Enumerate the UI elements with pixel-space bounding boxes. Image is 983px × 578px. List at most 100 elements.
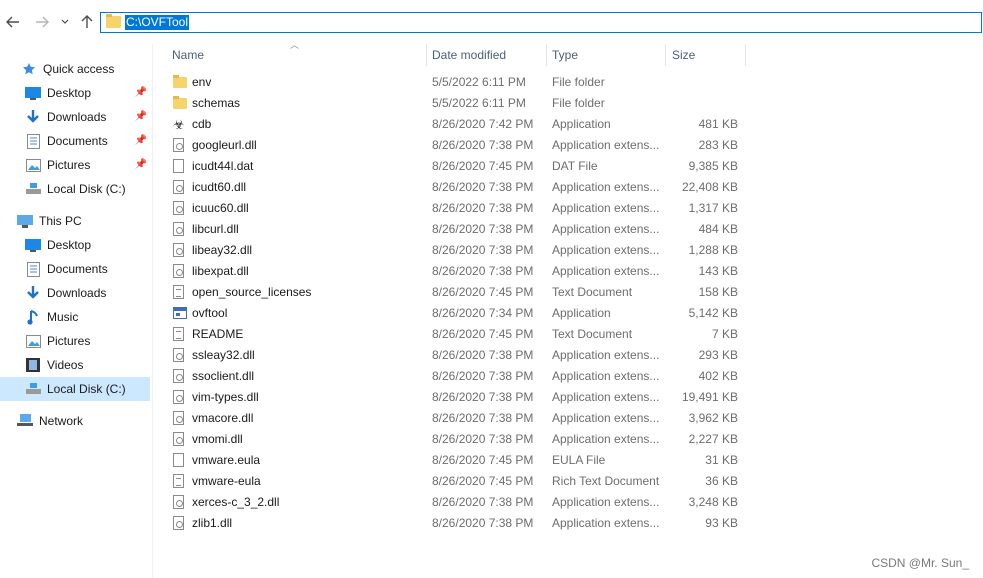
dll-file-icon — [173, 432, 187, 447]
file-name: cdb — [192, 117, 212, 131]
column-header-size[interactable]: Size — [672, 44, 742, 66]
file-row[interactable]: vmacore.dll 8/26/2020 7:38 PM Application … — [153, 408, 983, 429]
sidebar-item-this-pc[interactable]: This PC — [0, 209, 150, 233]
sidebar-item-documents-pc[interactable]: Documents — [0, 257, 150, 281]
file-type: Application extens... — [552, 264, 660, 278]
file-row[interactable]: vim-types.dll 8/26/2020 7:38 PM Applicatio… — [153, 387, 983, 408]
debugger-icon: ☣ — [173, 117, 185, 132]
sidebar-item-downloads-pc[interactable]: Downloads — [0, 281, 150, 305]
file-name: icudt60.dll — [192, 180, 247, 194]
file-type: Application extens... — [552, 432, 660, 446]
sidebar-item-desktop-pc[interactable]: Desktop — [0, 233, 150, 257]
file-name: xerces-c_3_2.dll — [192, 495, 280, 509]
file-size — [665, 93, 738, 114]
file-row[interactable]: zlib1.dll 8/26/2020 7:38 PM Application ex… — [153, 513, 983, 534]
address-path[interactable]: C:\OVFTool — [125, 15, 190, 30]
sidebar-item-local-disk-quick[interactable]: Local Disk (C:) — [0, 177, 150, 201]
file-row[interactable]: README 8/26/2020 7:45 PM Text Document 7 KB — [153, 324, 983, 345]
file-row[interactable]: schemas 5/5/2022 6:11 PM File folder — [153, 93, 983, 114]
folder-icon — [173, 96, 187, 111]
back-button[interactable] — [4, 12, 22, 32]
file-row[interactable]: libcurl.dll 8/26/2020 7:38 PM Application … — [153, 219, 983, 240]
text-file-icon — [173, 285, 187, 300]
sidebar-item-network[interactable]: Network — [0, 409, 150, 433]
file-row[interactable]: googleurl.dll 8/26/2020 7:38 PM Applicatio… — [153, 135, 983, 156]
pin-icon: 📌 — [134, 135, 147, 146]
column-divider[interactable] — [665, 44, 666, 66]
file-row[interactable]: xerces-c_3_2.dll 8/26/2020 7:38 PM Applica… — [153, 492, 983, 513]
column-divider[interactable] — [546, 44, 547, 66]
file-name: googleurl.dll — [192, 138, 257, 152]
dll-file-icon — [173, 348, 187, 363]
sidebar-item-downloads[interactable]: Downloads 📌 — [0, 105, 150, 129]
sidebar-item-desktop[interactable]: Desktop 📌 — [0, 81, 150, 105]
drive-icon — [24, 380, 42, 398]
sidebar-item-pictures[interactable]: Pictures 📌 — [0, 153, 150, 177]
file-row[interactable]: vmware-eula 8/26/2020 7:45 PM Rich Text Do… — [153, 471, 983, 492]
file-row[interactable]: libexpat.dll 8/26/2020 7:38 PM Application… — [153, 261, 983, 282]
sidebar-label: Pictures — [47, 334, 91, 348]
forward-button[interactable] — [33, 12, 51, 32]
sidebar-item-documents[interactable]: Documents 📌 — [0, 129, 150, 153]
column-header-date[interactable]: Date modified — [432, 44, 542, 66]
column-header-name[interactable]: Name — [172, 44, 422, 66]
file-name: zlib1.dll — [192, 516, 233, 530]
sidebar-item-quick-access[interactable]: Quick access — [0, 57, 150, 81]
file-size: 1,288 KB — [688, 243, 738, 257]
file-name: env — [192, 75, 212, 89]
file-size: 9,385 KB — [688, 159, 738, 173]
file-date-modified: 8/26/2020 7:38 PM — [432, 222, 534, 236]
drive-icon — [24, 180, 42, 198]
file-type: File folder — [552, 96, 605, 110]
file-type: Application extens... — [552, 495, 660, 509]
sidebar-item-local-disk[interactable]: Local Disk (C:) — [0, 377, 150, 401]
file-row[interactable]: icuuc60.dll 8/26/2020 7:38 PM Application … — [153, 198, 983, 219]
arrow-right-icon — [36, 16, 49, 28]
arrow-left-icon — [6, 16, 19, 28]
file-type: Application extens... — [552, 201, 660, 215]
file-row[interactable]: icudt44l.dat 8/26/2020 7:45 PM DAT File 9,3… — [153, 156, 983, 177]
sidebar-label: Quick access — [43, 62, 115, 76]
address-bar[interactable]: C:\OVFTool — [100, 12, 982, 33]
file-name: open_source_licenses — [192, 285, 312, 299]
column-header-type[interactable]: Type — [552, 44, 660, 66]
file-row[interactable]: icudt60.dll 8/26/2020 7:38 PM Application … — [153, 177, 983, 198]
up-button[interactable] — [78, 12, 96, 32]
file-name: ssleay32.dll — [192, 348, 255, 362]
sidebar-item-music[interactable]: Music — [0, 305, 150, 329]
desktop-icon — [24, 84, 42, 102]
file-row[interactable]: ☣ cdb 8/26/2020 7:42 PM Application 481 KB — [153, 114, 983, 135]
file-row[interactable]: vmware.eula 8/26/2020 7:45 PM EULA File 31 … — [153, 450, 983, 471]
sidebar-label: Downloads — [47, 110, 107, 124]
file-row[interactable]: vmomi.dll 8/26/2020 7:38 PM Application ex… — [153, 429, 983, 450]
sidebar-label: Music — [47, 310, 79, 324]
file-row[interactable]: ssoclient.dll 8/26/2020 7:38 PM Applicatio… — [153, 366, 983, 387]
recent-locations-button[interactable] — [58, 12, 72, 32]
column-divider[interactable] — [426, 44, 427, 66]
sidebar-label: Videos — [47, 358, 84, 372]
file-date-modified: 8/26/2020 7:38 PM — [432, 180, 534, 194]
pin-icon: 📌 — [134, 111, 147, 122]
file-row[interactable]: open_source_licenses 8/26/2020 7:45 PM Tex… — [153, 282, 983, 303]
file-row[interactable]: libeay32.dll 8/26/2020 7:38 PM Application… — [153, 240, 983, 261]
sidebar-item-videos[interactable]: Videos — [0, 353, 150, 377]
sidebar-item-pictures-pc[interactable]: Pictures — [0, 329, 150, 353]
download-icon — [24, 284, 42, 302]
file-name: libexpat.dll — [192, 264, 249, 278]
music-icon — [24, 308, 42, 326]
file-row[interactable]: ovftool 8/26/2020 7:34 PM Application 5,142… — [153, 303, 983, 324]
column-divider[interactable] — [745, 44, 746, 66]
sidebar-label: Network — [39, 414, 84, 428]
file-size: 19,491 KB — [681, 390, 738, 404]
file-name: ovftool — [192, 306, 228, 320]
file-row[interactable]: ssleay32.dll 8/26/2020 7:38 PM Application… — [153, 345, 983, 366]
file-name: libeay32.dll — [192, 243, 253, 257]
file-name: README — [192, 327, 244, 341]
file-size — [665, 72, 738, 93]
file-row[interactable]: env 5/5/2022 6:11 PM File folder — [153, 72, 983, 93]
desktop-icon — [24, 236, 42, 254]
chevron-down-icon — [61, 19, 69, 24]
sidebar-label: Pictures — [47, 158, 91, 172]
file-date-modified: 8/26/2020 7:45 PM — [432, 285, 534, 299]
file-size: 36 KB — [705, 474, 738, 488]
